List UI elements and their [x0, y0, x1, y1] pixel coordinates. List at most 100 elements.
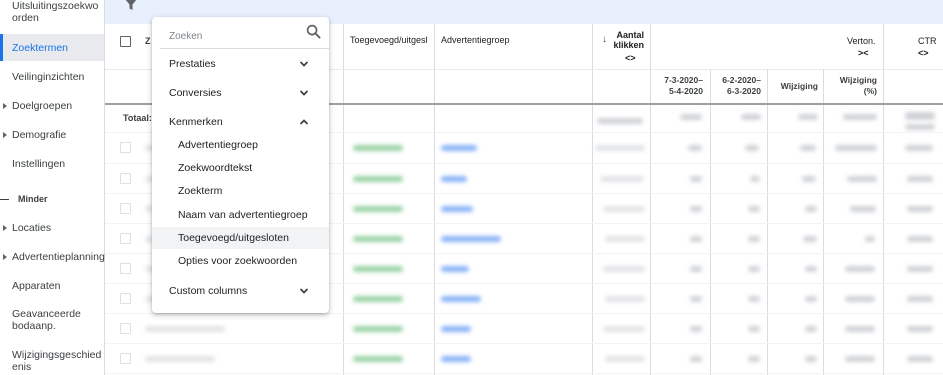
column-header-period-previous[interactable]: 6-2-2020– 6-3-2020: [715, 75, 761, 97]
blurred-value: [907, 206, 933, 212]
blurred-value: [847, 176, 877, 182]
table-row[interactable]: [105, 314, 943, 343]
section-conversies[interactable]: Conversies: [152, 82, 329, 104]
blurred-value: [845, 326, 875, 332]
menu-item-zoekterm[interactable]: Zoekterm: [152, 180, 329, 202]
row-checkbox[interactable]: [120, 353, 131, 364]
expand-triangle-icon: [3, 132, 7, 138]
minus-icon: [0, 198, 9, 200]
expand-columns-icon[interactable]: <>: [625, 53, 636, 63]
menu-item-toegevoegd-uitgesloten[interactable]: Toegevoegd/uitgesloten: [152, 227, 329, 249]
section-kenmerken[interactable]: Kenmerken: [152, 111, 329, 133]
blurred-value: [750, 176, 760, 182]
blurred-value: [353, 206, 403, 212]
blurred-value: [741, 114, 761, 120]
sidebar-item-uitsluitingszoekwoorden[interactable]: Uitsluitingszoekwo orden: [0, 0, 104, 26]
blurred-link[interactable]: [441, 326, 471, 332]
row-checkbox[interactable]: [120, 203, 131, 214]
sidebar-item-label: Doelgroepen: [12, 100, 73, 112]
row-checkbox[interactable]: [120, 233, 131, 244]
blurred-value: [905, 124, 935, 130]
blurred-value: [843, 114, 877, 120]
blurred-value: [845, 356, 875, 362]
column-header-ctr[interactable]: CTR: [918, 36, 937, 46]
blurred-value: [690, 266, 702, 272]
blurred-link[interactable]: [441, 356, 471, 362]
blurred-value: [907, 236, 933, 242]
column-picker-dropdown: Prestaties Conversies Kenmerken Adverten…: [152, 17, 329, 313]
blurred-value: [748, 206, 760, 212]
blurred-value: [353, 236, 403, 242]
column-header-wijziging-pct[interactable]: Wijziging (%): [829, 75, 877, 97]
chevron-down-icon: [299, 288, 309, 294]
section-custom-columns[interactable]: Custom columns: [152, 280, 329, 302]
column-header-wijziging[interactable]: Wijziging: [773, 81, 818, 92]
blurred-link[interactable]: [441, 145, 477, 151]
sidebar-item-locaties[interactable]: Locaties: [0, 222, 104, 236]
blurred-link[interactable]: [441, 266, 469, 272]
sidebar-less-label: Minder: [18, 194, 48, 204]
column-header-aantal-klikken[interactable]: Aantal klikken: [613, 30, 644, 50]
blurred-value: [805, 266, 817, 272]
table-row[interactable]: [105, 344, 943, 373]
sidebar-item-veilinginzichten[interactable]: Veilinginzichten: [0, 71, 104, 85]
blurred-value: [605, 296, 645, 302]
menu-item-opties-voor-zoekwoorden[interactable]: Opties voor zoekwoorden: [152, 250, 329, 272]
sidebar-item-apparaten[interactable]: Apparaten: [0, 280, 104, 294]
menu-item-advertentiegroep[interactable]: Advertentiegroep: [152, 134, 329, 156]
blurred-value: [690, 206, 702, 212]
row-checkbox[interactable]: [120, 142, 131, 153]
row-checkbox[interactable]: [120, 293, 131, 304]
column-header-advertentiegroep[interactable]: Advertentiegroep: [441, 35, 510, 45]
column-header-verton[interactable]: Verton.: [847, 36, 876, 46]
menu-item-zoekwoordtekst[interactable]: Zoekwoordtekst: [152, 157, 329, 179]
row-checkbox[interactable]: [120, 263, 131, 274]
blurred-value: [353, 145, 403, 151]
blurred-value: [353, 266, 403, 272]
expand-columns-icon[interactable]: <>: [918, 48, 929, 58]
blurred-value: [145, 326, 225, 332]
blurred-value: [907, 326, 933, 332]
sidebar-item-geavanceerde-bodaanpassingen[interactable]: Geavanceerde bodaanp.: [0, 308, 104, 334]
section-label: Custom columns: [169, 285, 248, 297]
column-header-period-current[interactable]: 7-3-2020– 5-4-2020: [657, 75, 703, 97]
column-search-input[interactable]: [169, 28, 289, 44]
blurred-link[interactable]: [441, 176, 467, 182]
select-all-checkbox[interactable]: [120, 36, 131, 47]
sidebar-item-doelgroepen[interactable]: Doelgroepen: [0, 100, 104, 114]
sidebar-less-toggle[interactable]: Minder: [0, 192, 104, 206]
sort-descending-icon[interactable]: ↓: [602, 34, 607, 45]
sidebar-item-zoektermen[interactable]: Zoektermen: [0, 34, 104, 61]
blurred-value: [690, 356, 702, 362]
row-divider: [105, 373, 943, 374]
section-label: Kenmerken: [169, 116, 223, 128]
blurred-link[interactable]: [441, 236, 501, 242]
menu-item-naam-van-advertentiegroep[interactable]: Naam van advertentiegroep: [152, 204, 329, 226]
chevron-down-icon: [299, 90, 309, 96]
row-checkbox[interactable]: [120, 323, 131, 334]
row-checkbox[interactable]: [120, 173, 131, 184]
section-prestaties[interactable]: Prestaties: [152, 53, 329, 75]
sidebar-item-demografie[interactable]: Demografie: [0, 129, 104, 143]
blurred-link[interactable]: [441, 206, 473, 212]
sidebar-item-advertentieplanning[interactable]: Advertentieplanning: [0, 251, 105, 265]
blurred-value: [690, 236, 702, 242]
blurred-link[interactable]: [441, 296, 481, 302]
sidebar-item-label: Locaties: [12, 222, 52, 234]
section-label: Prestaties: [169, 58, 216, 70]
blurred-value: [690, 326, 702, 332]
blurred-value: [353, 356, 403, 362]
sidebar-item-wijzigingsgeschiedenis[interactable]: Wijzigingsgeschied enis: [0, 349, 104, 375]
sidebar-item-label: Advertentieplanning: [12, 251, 105, 263]
column-header-z[interactable]: Z: [145, 36, 151, 46]
blurred-value: [850, 206, 876, 212]
blurred-value: [145, 356, 215, 362]
sidebar-item-instellingen[interactable]: Instellingen: [0, 158, 104, 172]
blurred-value: [680, 114, 702, 120]
collapse-columns-icon[interactable]: ><: [858, 48, 869, 58]
app-root: Uitsluitingszoekwo orden Zoektermen Veil…: [0, 0, 943, 375]
filter-icon[interactable]: [124, 0, 138, 12]
search-icon[interactable]: [306, 24, 321, 39]
column-header-toegevoegd[interactable]: Toegevoegd/uitgesl: [350, 35, 432, 45]
expand-triangle-icon: [3, 225, 7, 231]
